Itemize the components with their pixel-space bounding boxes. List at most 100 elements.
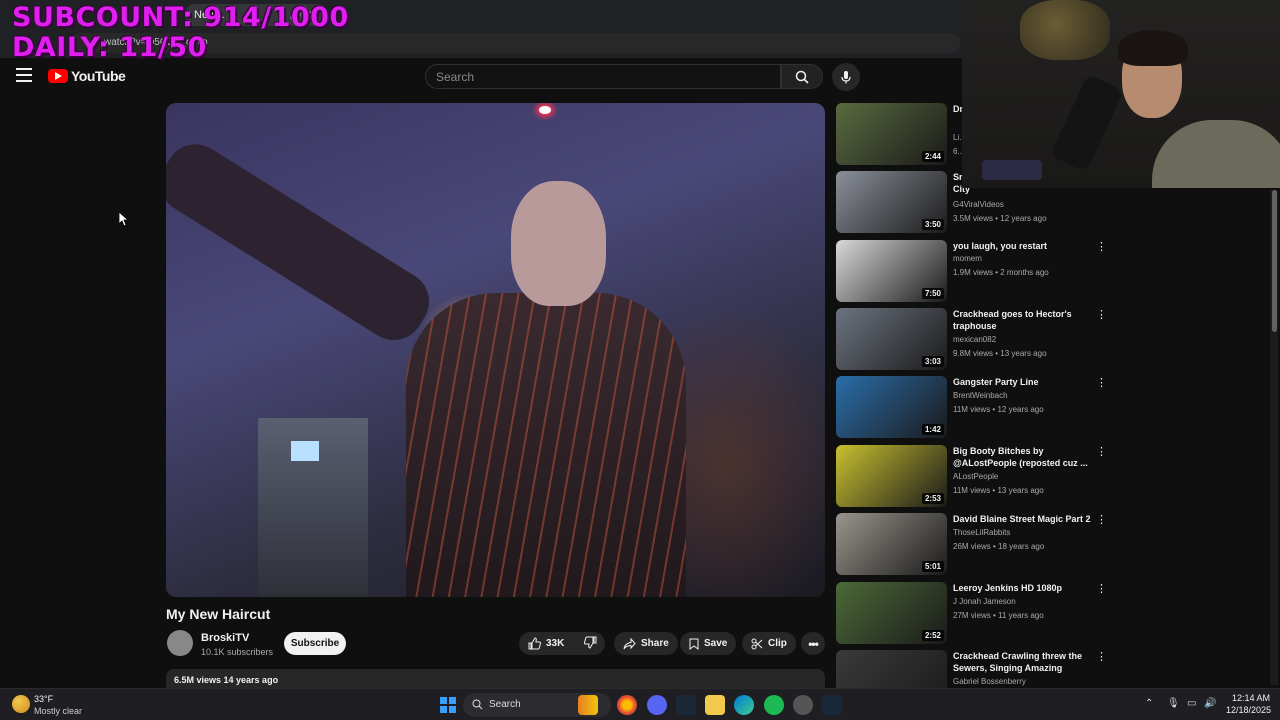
save-button[interactable]: Save	[680, 632, 737, 655]
voice-search-button[interactable]	[832, 63, 860, 91]
related-video-item[interactable]: 2:52 Leeroy Jenkins HD 1080p J Jonah James…	[836, 582, 1107, 644]
more-actions-button[interactable]: •••	[801, 632, 825, 655]
kebab-menu-icon[interactable]: ⋮	[1096, 310, 1107, 321]
channel-name[interactable]: BroskiTV	[201, 632, 249, 644]
taskbar-widget-icon[interactable]	[578, 695, 598, 715]
video-thumbnail[interactable]: 3:03	[836, 308, 947, 370]
weather-desc: Mostly clear	[34, 706, 83, 716]
clock-date[interactable]: 12/18/2025	[1226, 705, 1271, 715]
related-video-meta: 9.8M views • 13 years ago	[953, 349, 1047, 358]
video-thumbnail[interactable]: 1:42	[836, 376, 947, 438]
weather-icon[interactable]	[12, 695, 30, 713]
related-video-title[interactable]: David Blaine Street Magic Part 2	[953, 513, 1091, 525]
related-video-item[interactable]: 2:53 Big Booty Bitches by @ALostPeople (r…	[836, 445, 1107, 507]
search-button[interactable]	[781, 64, 823, 89]
webcam-keyboard	[982, 160, 1042, 180]
clip-button[interactable]: Clip	[742, 632, 796, 655]
video-duration: 2:44	[921, 151, 944, 162]
video-duration: 2:52	[921, 630, 944, 641]
related-video-channel[interactable]: J Jonah Jameson	[953, 597, 1016, 606]
taskbar-search-label: Search	[489, 699, 521, 710]
discord-icon[interactable]	[647, 695, 667, 715]
related-video-title[interactable]: Big Booty Bitches by @ALostPeople (repos…	[953, 445, 1091, 469]
daily-overlay: DAILY: 11/50	[12, 32, 207, 63]
youtube-logo[interactable]: YouTube	[48, 68, 126, 84]
video-duration: 3:50	[921, 219, 944, 230]
file-explorer-icon[interactable]	[705, 695, 725, 715]
kebab-menu-icon[interactable]: ⋮	[1096, 242, 1107, 253]
video-thumbnail[interactable]: 2:53	[836, 445, 947, 507]
related-video-channel[interactable]: mexican082	[953, 335, 996, 344]
more-icon: •••	[808, 636, 819, 651]
taskbar-search-icon	[472, 699, 483, 710]
windows-start-icon[interactable]	[440, 697, 456, 713]
related-video-channel[interactable]: ALostPeople	[953, 472, 998, 481]
menu-icon[interactable]	[16, 68, 32, 82]
microphone-icon	[841, 71, 851, 84]
video-frame-screen	[291, 441, 319, 461]
kebab-menu-icon[interactable]: ⋮	[1096, 652, 1107, 663]
search-placeholder: Search	[436, 70, 475, 84]
search-icon	[795, 70, 809, 84]
edge-icon[interactable]	[734, 695, 754, 715]
clock-time[interactable]: 12:14 AM	[1232, 693, 1270, 703]
video-duration: 2:53	[921, 493, 944, 504]
save-label: Save	[704, 638, 728, 649]
related-video-title[interactable]: Crackhead goes to Hector's traphouse	[953, 308, 1091, 332]
video-thumbnail[interactable]: 3:50	[836, 171, 947, 233]
youtube-header: YouTube Search	[0, 58, 962, 96]
subscribe-button[interactable]: Subscribe	[284, 632, 346, 655]
like-dislike-group: 33K	[519, 632, 605, 655]
weather-temp: 33°F	[34, 694, 54, 704]
related-video-item[interactable]: 3:03 Crackhead goes to Hector's traphouse…	[836, 308, 1107, 370]
related-video-item[interactable]: 5:01 David Blaine Street Magic Part 2 Thos…	[836, 513, 1107, 575]
clip-label: Clip	[768, 638, 787, 649]
channel-avatar[interactable]	[167, 630, 193, 656]
related-video-channel[interactable]: Gabriel Bossenberry	[953, 677, 1026, 686]
views-age: 6.5M views 14 years ago	[174, 675, 279, 685]
steam-icon-2[interactable]	[822, 695, 842, 715]
dislike-button[interactable]	[584, 636, 597, 652]
video-thumbnail[interactable]: 2:52	[836, 582, 947, 644]
tray-chevron-icon[interactable]: ⌃	[1145, 698, 1153, 709]
kebab-menu-icon[interactable]: ⋮	[1096, 378, 1107, 389]
webcam-streamer	[1112, 30, 1280, 188]
search-input[interactable]: Search	[425, 64, 781, 89]
video-thumbnail[interactable]: 5:01	[836, 513, 947, 575]
kebab-menu-icon[interactable]: ⋮	[1096, 447, 1107, 458]
kebab-menu-icon[interactable]: ⋮	[1096, 584, 1107, 595]
like-count: 33K	[546, 638, 565, 649]
steam-icon[interactable]	[676, 695, 696, 715]
related-video-item[interactable]: 7:50 you laugh, you restart momem 1.9M view…	[836, 240, 1107, 302]
chrome-icon[interactable]	[617, 695, 637, 715]
tray-volume-icon[interactable]: 🔊	[1204, 698, 1216, 709]
related-video-channel[interactable]: ThoseLilRabbits	[953, 528, 1010, 537]
tray-mic-icon[interactable]: 🎙	[1167, 698, 1180, 709]
video-frame-head	[511, 181, 606, 306]
obs-icon[interactable]	[793, 695, 813, 715]
logo-text: YouTube	[71, 68, 126, 84]
video-thumbnail[interactable]: 2:44	[836, 103, 947, 165]
related-video-channel[interactable]: G4ViralVideos	[953, 200, 1004, 209]
kebab-menu-icon[interactable]: ⋮	[1096, 515, 1107, 526]
like-button[interactable]: 33K	[528, 637, 564, 650]
share-button[interactable]: Share	[614, 632, 678, 655]
related-video-title[interactable]: Crackhead Crawling threw the Sewers, Sin…	[953, 650, 1091, 674]
video-thumbnail[interactable]: 7:50	[836, 240, 947, 302]
scrollbar-thumb[interactable]	[1272, 190, 1277, 332]
related-video-channel[interactable]: momem	[953, 254, 982, 263]
related-video-meta: 1.9M views • 2 months ago	[953, 268, 1049, 277]
thumbs-down-icon	[584, 636, 597, 649]
subscriber-count: 10.1K subscribers	[201, 647, 274, 657]
video-player[interactable]	[166, 103, 825, 597]
video-duration: 7:50	[921, 288, 944, 299]
video-duration: 5:01	[921, 561, 944, 572]
related-video-channel[interactable]: BrentWeinbach	[953, 391, 1008, 400]
tray-network-icon[interactable]: ▭	[1187, 698, 1196, 709]
related-video-meta: 11M views • 13 years ago	[953, 486, 1044, 495]
related-video-title[interactable]: Leeroy Jenkins HD 1080p	[953, 582, 1091, 594]
related-video-item[interactable]: 1:42 Gangster Party Line BrentWeinbach 11M …	[836, 376, 1107, 438]
related-video-title[interactable]: you laugh, you restart	[953, 240, 1091, 252]
related-video-title[interactable]: Gangster Party Line	[953, 376, 1091, 388]
spotify-icon[interactable]	[764, 695, 784, 715]
